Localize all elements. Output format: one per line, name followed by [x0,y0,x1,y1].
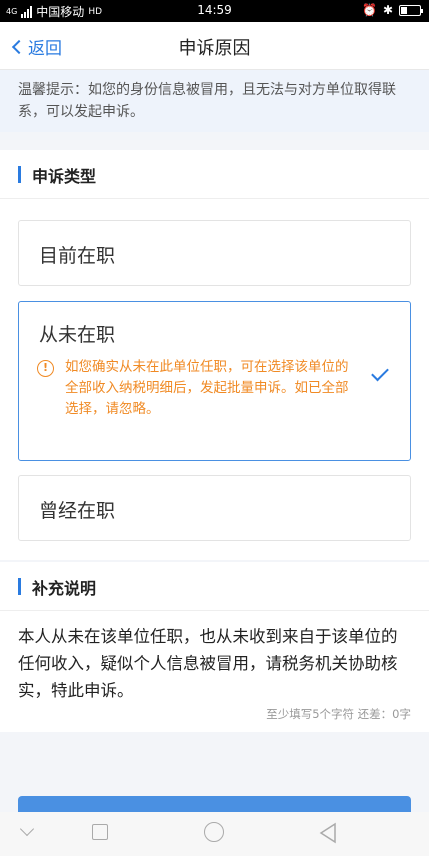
home-icon[interactable] [204,822,224,842]
option-label: 目前在职 [39,245,116,267]
option-previously-employed[interactable]: 曾经在职 [18,475,411,541]
alarm-icon: ⏰ [361,3,377,17]
system-nav-bar [0,812,429,856]
option-label: 从未在职 [39,324,116,346]
supplement-section-header: 补充说明 [0,562,429,610]
appeal-type-heading: 申诉类型 [32,167,97,186]
checkmark-icon [371,363,389,382]
status-bar: 4G 中国移动 HD 14:59 ⏰ ✱ [0,0,429,22]
appeal-type-section-header: 申诉类型 [0,150,429,198]
section-marker [18,578,21,595]
battery-icon [399,4,423,16]
recent-apps-icon[interactable] [92,824,108,840]
bluetooth-icon: ✱ [382,3,393,17]
option-currently-employed[interactable]: 目前在职 [18,220,411,286]
option-note: 如您确实从未在此单位任职，可在选择该单位的全部收入纳税明细后，发起批量申诉。如已… [65,359,349,417]
nav-bar: 返回 申诉原因 [0,22,429,70]
section-marker [18,166,21,183]
char-counter: 至少填写5个字符 还差：0字 [266,707,411,721]
notice-tip: 温馨提示：如您的身份信息被冒用，且无法与对方单位取得联系，可以发起申诉。 [0,70,429,132]
page-title: 申诉原因 [178,38,251,59]
supplement-textarea[interactable]: 本人从未在该单位任职，也从未收到来自于该单位的任何收入，疑似个人信息被冒用，请税… [0,610,429,732]
option-never-employed[interactable]: 从未在职 ! 如您确实从未在此单位任职，可在选择该单位的全部收入纳税明细后，发起… [18,301,411,461]
option-label: 曾经在职 [39,500,116,522]
hide-nav-icon[interactable] [19,821,35,837]
status-right: ⏰ ✱ [361,3,423,17]
supplement-text[interactable]: 本人从未在该单位任职，也从未收到来自于该单位的任何收入，疑似个人信息被冒用，请税… [18,623,413,704]
warning-icon: ! [37,360,54,377]
supplement-heading: 补充说明 [32,579,97,598]
appeal-type-options: 目前在职 从未在职 ! 如您确实从未在此单位任职，可在选择该单位的全部收入纳税明… [0,198,429,560]
